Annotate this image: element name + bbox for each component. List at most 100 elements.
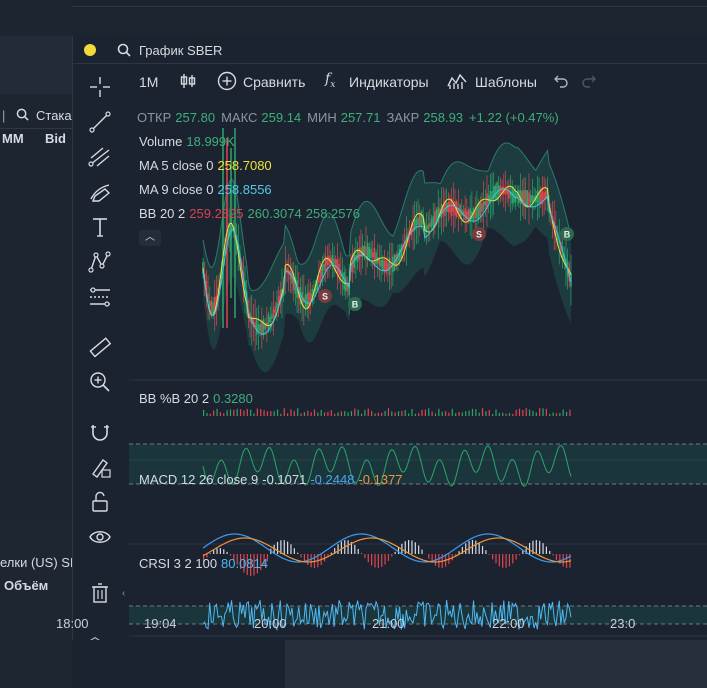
text-tool-icon[interactable] — [87, 214, 113, 240]
trash-icon[interactable] — [87, 580, 113, 606]
compare-plus-icon[interactable] — [217, 71, 237, 94]
volume-bar — [236, 408, 238, 416]
ma5-legend[interactable]: MA 5 close 0 258.7080 — [139, 158, 276, 173]
bb-legend[interactable]: BB 20 2 259.2825 260.3074 258.2576 — [139, 206, 364, 221]
macd-histogram-bar — [340, 541, 342, 554]
macd-histogram-bar — [300, 554, 302, 558]
macd-histogram-bar — [387, 554, 390, 561]
search-icon[interactable] — [16, 108, 29, 124]
window-link-color-dot[interactable] — [84, 44, 96, 56]
candle-body — [259, 324, 261, 332]
volume-bar — [256, 408, 258, 416]
macd-histogram-bar — [411, 540, 413, 554]
volume-bar — [444, 411, 447, 416]
volume-bar — [468, 410, 470, 416]
fibonacci-icon[interactable] — [87, 284, 113, 310]
volume-bar — [421, 409, 423, 416]
macd-histogram-bar — [310, 554, 312, 568]
macd-histogram-bar — [209, 553, 211, 554]
macd-histogram-bar — [374, 554, 376, 568]
interval-button[interactable]: 1M — [139, 74, 158, 90]
candle-body — [255, 318, 258, 335]
macd-histogram-bar — [492, 554, 494, 560]
volume-legend[interactable]: Volume 18.999K — [139, 134, 239, 149]
eye-icon[interactable] — [87, 524, 113, 550]
volume-bar — [233, 409, 235, 416]
macd-legend[interactable]: MACD 12 26 close 9 -0.1071 -0.2448 -0.1377 — [139, 472, 407, 487]
ma9-legend[interactable]: MA 9 close 0 258.8556 — [139, 182, 276, 197]
pattern-tool-icon[interactable] — [87, 249, 113, 275]
candle-body — [476, 206, 478, 219]
candle-body — [262, 319, 265, 336]
candle-body — [449, 201, 451, 213]
volume-bar — [542, 408, 544, 416]
unlock-icon[interactable] — [87, 489, 113, 515]
volume-bar — [528, 409, 531, 416]
candle-body — [529, 195, 532, 203]
macd-histogram-bar — [535, 540, 537, 554]
macd-histogram-bar — [391, 554, 393, 557]
crsi-value: 80.0814 — [221, 556, 269, 571]
volume-bar — [243, 410, 245, 416]
orderbook-tab-label[interactable]: Стака — [36, 108, 72, 123]
ruler-icon[interactable] — [87, 334, 113, 360]
macd-value-1: -0.1071 — [262, 472, 307, 487]
indicators-fx-icon[interactable]: fx — [325, 71, 335, 90]
volume-bar — [364, 409, 366, 416]
candle-body — [536, 190, 539, 206]
volume-bar — [340, 411, 342, 416]
candle-body — [276, 302, 278, 309]
ma5-value: 258.7080 — [217, 158, 272, 173]
volume-bar — [424, 409, 427, 416]
redo-icon[interactable] — [581, 73, 597, 92]
time-label: 18:00 — [56, 616, 89, 631]
lock-drawing-icon[interactable] — [87, 454, 113, 480]
candle-body — [373, 247, 376, 266]
bb-value-2: 260.3074 — [247, 206, 302, 221]
bbpb-legend[interactable]: BB %B 20 2 0.3280 — [139, 391, 257, 406]
search-icon[interactable] — [117, 43, 131, 62]
undo-icon[interactable] — [553, 73, 569, 92]
legend-collapse-button[interactable]: ︿ — [139, 230, 161, 246]
collapse-arrow-icon[interactable]: ‹ — [122, 588, 125, 599]
macd-histogram-bar — [465, 543, 467, 554]
trend-line-icon[interactable] — [87, 109, 113, 135]
volume-bar — [465, 411, 467, 416]
compare-button[interactable]: Сравнить — [243, 74, 305, 90]
candles-type-icon[interactable] — [179, 72, 197, 93]
macd-histogram-bar — [414, 542, 416, 554]
macd-histogram-bar — [552, 554, 554, 556]
zoom-in-icon[interactable] — [87, 369, 113, 395]
candle-body — [271, 314, 273, 320]
chart-toolbar: 1M Сравнить fx Индикаторы Шаблоны — [129, 66, 707, 98]
crosshair-icon[interactable] — [87, 74, 113, 100]
time-axis[interactable]: 18:00 19:04 20:00 21:00 22:00 23:0 — [56, 616, 635, 636]
templates-icon[interactable] — [447, 72, 467, 93]
candle-body — [269, 317, 272, 322]
volume-bar — [377, 412, 379, 416]
crsi-legend[interactable]: CRSI 3 2 100 80.0814 — [139, 556, 272, 571]
macd-histogram-bar — [539, 540, 541, 554]
magnet-icon[interactable] — [87, 419, 113, 445]
volume-bar — [539, 408, 541, 416]
macd-histogram-bar — [542, 543, 544, 554]
change-value: +1.22 (+0.47%) — [469, 110, 559, 125]
volume-bar — [239, 409, 242, 416]
window-title[interactable]: График SBER — [139, 43, 222, 58]
volume-bar — [357, 409, 359, 416]
indicators-button[interactable]: Индикаторы — [349, 74, 429, 90]
volume-bar — [505, 413, 507, 416]
templates-button[interactable]: Шаблоны — [475, 74, 537, 90]
candle-body — [261, 320, 263, 335]
bottom-left-area — [72, 640, 285, 688]
high-value: 259.14 — [261, 110, 302, 125]
pitchfork-icon[interactable] — [87, 144, 113, 170]
candle-body — [378, 258, 381, 266]
candle-body — [380, 260, 382, 268]
brush-icon[interactable] — [87, 179, 113, 205]
macd-histogram-bar — [330, 552, 332, 554]
candle-body — [484, 201, 487, 206]
volume-bar — [441, 411, 443, 416]
ma5-label: MA 5 close 0 — [139, 158, 214, 173]
chart-plot-area[interactable]: SSBB ОТКР 257.80 МАКС 259.14 МИН 257.71 ЗАКР 25… — [129, 98, 707, 640]
